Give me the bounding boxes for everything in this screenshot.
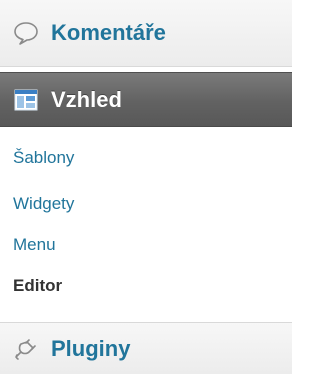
- plug-icon: [13, 336, 39, 362]
- menu-item-comments-label: Komentáře: [51, 20, 166, 45]
- admin-sidebar-menu: Komentáře Vzhled Šablony Widgety Menu Ed…: [0, 0, 292, 374]
- appearance-window-icon: [13, 87, 39, 113]
- menu-item-plugins-label: Pluginy: [51, 335, 131, 361]
- submenu-item-themes[interactable]: Šablony: [13, 148, 74, 168]
- menu-item-appearance[interactable]: Vzhled: [0, 72, 292, 127]
- menu-item-appearance-label: Vzhled: [51, 86, 122, 112]
- submenu-item-menus[interactable]: Menu: [13, 235, 56, 255]
- menu-item-plugins[interactable]: Pluginy: [0, 322, 292, 374]
- speech-bubble-icon: [13, 20, 39, 46]
- appearance-submenu: Šablony Widgety Menu Editor: [0, 127, 292, 321]
- submenu-item-widgets[interactable]: Widgety: [13, 194, 74, 214]
- menu-item-comments[interactable]: Komentáře: [0, 0, 292, 67]
- submenu-item-editor[interactable]: Editor: [13, 276, 62, 296]
